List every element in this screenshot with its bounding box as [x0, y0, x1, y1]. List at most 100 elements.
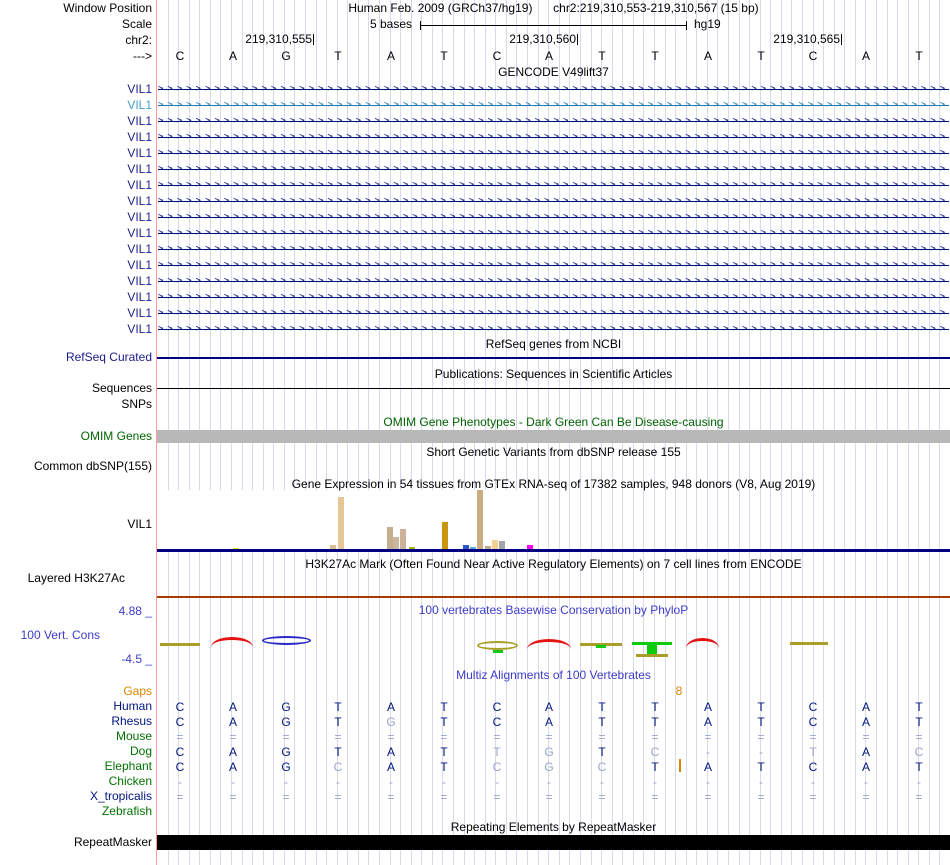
gene-transcript-arrows[interactable]: >>>>>>>>>>>>>>>>>>>>>>>>>>>>>>>>>>>>>>>>…: [158, 321, 949, 337]
species-label-dog[interactable]: Dog: [0, 745, 152, 758]
refseq-gene-bar[interactable]: [157, 357, 950, 359]
gtex-tissue-bar: [400, 529, 406, 550]
alignment-base: C: [914, 745, 924, 759]
conservation-glyph: [686, 638, 719, 648]
gaps-row-label[interactable]: Gaps: [0, 685, 152, 698]
conservation-glyph: [477, 641, 518, 650]
multiz-title: Multiz Alignments of 100 Vertebrates: [456, 668, 651, 682]
alignment-base: -: [759, 745, 763, 759]
gene-transcript-arrows[interactable]: >>>>>>>>>>>>>>>>>>>>>>>>>>>>>>>>>>>>>>>>…: [158, 225, 949, 241]
gene-row-label[interactable]: VIL1: [0, 273, 152, 289]
gene-transcript-arrows[interactable]: >>>>>>>>>>>>>>>>>>>>>>>>>>>>>>>>>>>>>>>>…: [158, 129, 949, 145]
base-letter: C: [492, 49, 502, 63]
species-label-elephant[interactable]: Elephant: [0, 760, 152, 773]
gene-transcript-arrows[interactable]: >>>>>>>>>>>>>>>>>>>>>>>>>>>>>>>>>>>>>>>>…: [158, 177, 949, 193]
gene-row-label[interactable]: VIL1: [0, 193, 152, 209]
omim-genes-label[interactable]: OMIM Genes: [0, 430, 152, 443]
alignment-base: =: [598, 790, 606, 804]
gene-transcript-arrows[interactable]: >>>>>>>>>>>>>>>>>>>>>>>>>>>>>>>>>>>>>>>>…: [158, 241, 949, 257]
gene-row-label[interactable]: VIL1: [0, 209, 152, 225]
gene-transcript-arrows[interactable]: >>>>>>>>>>>>>>>>>>>>>>>>>>>>>>>>>>>>>>>>…: [158, 289, 949, 305]
gene-row-label[interactable]: VIL1: [0, 129, 152, 145]
genome-browser-view: Window Position Human Feb. 2009 (GRCh37/…: [0, 0, 950, 865]
gene-row-label[interactable]: VIL1: [0, 225, 152, 241]
alignment-base: A: [861, 760, 870, 774]
alignment-base: T: [334, 700, 342, 714]
refseq-curated-label[interactable]: RefSeq Curated: [0, 351, 152, 364]
alignment-base: -: [706, 775, 710, 789]
conservation-glyph: [527, 639, 571, 649]
gene-row-label[interactable]: VIL1: [0, 161, 152, 177]
scale-value: 5 bases: [369, 17, 412, 31]
alignment-base: -: [178, 775, 182, 789]
publications-sequence-bar[interactable]: [157, 388, 950, 389]
alignment-base: -: [759, 775, 763, 789]
snps-label[interactable]: SNPs: [0, 398, 152, 411]
gene-row-label[interactable]: VIL1: [0, 81, 152, 97]
elephant-insert-tick: [679, 759, 681, 772]
dbsnp-label[interactable]: Common dbSNP(155): [0, 460, 152, 473]
omim-gene-bar[interactable]: [157, 430, 950, 443]
strand-label: --->: [133, 49, 152, 63]
species-label-rhesus[interactable]: Rhesus: [0, 715, 152, 728]
species-label-chicken[interactable]: Chicken: [0, 775, 152, 788]
assembly-text: Human Feb. 2009 (GRCh37/hg19): [348, 1, 533, 15]
alignment-base: -: [653, 775, 657, 789]
base-letter: C: [175, 49, 185, 63]
repeatmasker-label[interactable]: RepeatMasker: [0, 836, 152, 849]
alignment-base: C: [808, 700, 818, 714]
gene-row-label[interactable]: VIL1: [0, 257, 152, 273]
alignment-base: =: [862, 730, 870, 744]
species-label-zebrafish[interactable]: Zebrafish: [0, 805, 152, 818]
repeatmasker-element-bar[interactable]: [157, 835, 950, 850]
gtex-gene-label[interactable]: VIL1: [0, 518, 152, 531]
alignment-base: T: [809, 745, 817, 759]
conservation-track-label[interactable]: 100 Vert. Cons: [0, 629, 100, 642]
gtex-tissue-bar: [442, 522, 448, 550]
gene-transcript-arrows[interactable]: >>>>>>>>>>>>>>>>>>>>>>>>>>>>>>>>>>>>>>>>…: [158, 257, 949, 273]
gene-transcript-arrows[interactable]: >>>>>>>>>>>>>>>>>>>>>>>>>>>>>>>>>>>>>>>>…: [158, 113, 949, 129]
sequences-label[interactable]: Sequences: [0, 382, 152, 395]
gene-transcript-arrows[interactable]: >>>>>>>>>>>>>>>>>>>>>>>>>>>>>>>>>>>>>>>>…: [158, 81, 949, 97]
range-text: chr2:219,310,553-219,310,567 (15 bp): [553, 1, 759, 15]
gaps-insert-size: 8: [675, 684, 683, 698]
alignment-base: T: [915, 760, 923, 774]
alignment-base: -: [706, 745, 710, 759]
gene-row-label[interactable]: VIL1: [0, 289, 152, 305]
species-label-mouse[interactable]: Mouse: [0, 730, 152, 743]
h3k27ac-title: H3K27Ac Mark (Often Found Near Active Re…: [305, 557, 802, 571]
alignment-base: -: [336, 775, 340, 789]
alignment-base: =: [387, 790, 395, 804]
gene-row-label[interactable]: VIL1: [0, 97, 152, 113]
conservation-glyph: [262, 636, 311, 645]
gene-transcript-arrows[interactable]: >>>>>>>>>>>>>>>>>>>>>>>>>>>>>>>>>>>>>>>>…: [158, 145, 949, 161]
alignment-base: =: [282, 730, 290, 744]
gene-transcript-arrows[interactable]: >>>>>>>>>>>>>>>>>>>>>>>>>>>>>>>>>>>>>>>>…: [158, 305, 949, 321]
gene-transcript-arrows[interactable]: >>>>>>>>>>>>>>>>>>>>>>>>>>>>>>>>>>>>>>>>…: [158, 209, 949, 225]
gene-transcript-arrows[interactable]: >>>>>>>>>>>>>>>>>>>>>>>>>>>>>>>>>>>>>>>>…: [158, 97, 949, 113]
alignment-base: =: [387, 730, 395, 744]
species-label-human[interactable]: Human: [0, 700, 152, 713]
alignment-base: T: [334, 715, 342, 729]
gene-transcript-arrows[interactable]: >>>>>>>>>>>>>>>>>>>>>>>>>>>>>>>>>>>>>>>>…: [158, 193, 949, 209]
gene-row-label[interactable]: VIL1: [0, 177, 152, 193]
alignment-base: T: [651, 700, 659, 714]
base-letter: T: [915, 49, 923, 63]
gene-row-label[interactable]: VIL1: [0, 145, 152, 161]
species-label-x_tropicalis[interactable]: X_tropicalis: [0, 790, 152, 803]
alignment-base: C: [333, 760, 343, 774]
gene-row-label[interactable]: VIL1: [0, 113, 152, 129]
h3k27ac-signal-line[interactable]: [157, 596, 950, 598]
gene-transcript-arrows[interactable]: >>>>>>>>>>>>>>>>>>>>>>>>>>>>>>>>>>>>>>>>…: [158, 273, 949, 289]
gene-transcript-arrows[interactable]: >>>>>>>>>>>>>>>>>>>>>>>>>>>>>>>>>>>>>>>>…: [158, 161, 949, 177]
alignment-base: A: [544, 700, 553, 714]
alignment-base: T: [757, 715, 765, 729]
alignment-base: T: [598, 745, 606, 759]
base-letter: A: [386, 49, 395, 63]
gene-row-label[interactable]: VIL1: [0, 241, 152, 257]
alignment-base: =: [651, 730, 659, 744]
gene-row-label[interactable]: VIL1: [0, 305, 152, 321]
gene-row-label[interactable]: VIL1: [0, 321, 152, 337]
chromosome-label: chr2:: [125, 33, 152, 47]
h3k27ac-label[interactable]: Layered H3K27Ac: [0, 572, 125, 585]
